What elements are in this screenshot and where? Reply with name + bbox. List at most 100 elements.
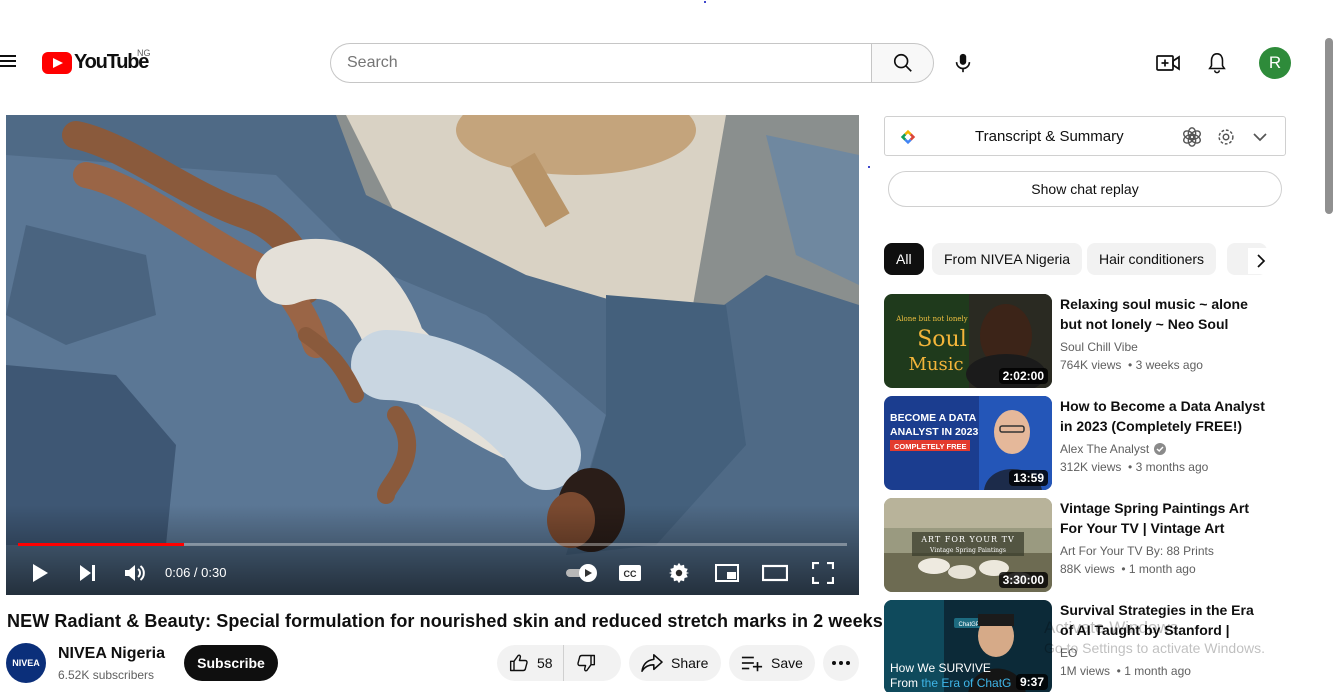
theater-mode-button[interactable] xyxy=(759,557,791,589)
view-count: 312K views xyxy=(1060,460,1122,474)
page-scrollbar[interactable] xyxy=(1325,38,1333,214)
channel-name[interactable]: Alex The Analyst xyxy=(1060,442,1167,456)
play-button[interactable] xyxy=(24,557,56,589)
transcript-summary-label: Transcript & Summary xyxy=(975,128,1124,145)
video-title: NEW Radiant & Beauty: Special formulatio… xyxy=(7,611,889,631)
video-thumbnail[interactable]: ChatGPT How We SURVIVE From the Era of C… xyxy=(884,600,1052,692)
play-icon xyxy=(33,564,48,582)
thumb-text-big: Soul xyxy=(917,327,967,352)
video-thumbnail[interactable]: Alone but not lonely Soul Music 2:02:00 xyxy=(884,294,1052,388)
chevron-right-icon xyxy=(1257,254,1266,268)
activate-windows-title: Activate Windows xyxy=(1044,618,1179,637)
search-input[interactable] xyxy=(330,43,871,83)
recommended-video[interactable]: ART FOR YOUR TV Vintage Spring Paintings… xyxy=(884,498,1284,592)
thumb-text-big2: Music xyxy=(908,354,963,375)
channel-name[interactable]: Art For Your TV By: 88 Prints xyxy=(1060,544,1214,558)
video-meta: 88K views • 1 month ago xyxy=(1060,562,1196,576)
thumb-text-badge: COMPLETELY FREE xyxy=(894,442,967,451)
verified-badge-icon xyxy=(1154,443,1167,455)
playlist-add-icon xyxy=(741,656,763,672)
gear-icon xyxy=(668,562,690,584)
youtube-logo[interactable]: YouTube NG xyxy=(42,48,151,74)
miniplayer-button[interactable] xyxy=(711,557,743,589)
like-button[interactable]: 58 xyxy=(497,645,564,681)
subscriber-count: 6.52K subscribers xyxy=(58,668,155,682)
next-button[interactable] xyxy=(72,557,104,589)
upload-age: 1 month ago xyxy=(1128,562,1196,576)
create-button[interactable] xyxy=(1152,47,1184,79)
masthead: YouTube NG R xyxy=(0,0,1337,110)
settings-gear-icon[interactable] xyxy=(1215,126,1237,148)
chip-hair-conditioners[interactable]: Hair conditioners xyxy=(1087,243,1217,275)
upload-age: 3 weeks ago xyxy=(1135,358,1203,372)
autoplay-toggle-icon xyxy=(566,564,597,582)
theater-mode-icon xyxy=(762,564,788,582)
microphone-icon xyxy=(955,53,971,73)
notifications-button[interactable] xyxy=(1201,47,1233,79)
stray-pixel xyxy=(704,1,706,3)
recommended-video[interactable]: BECOME A DATA ANALYST IN 2023 COMPLETELY… xyxy=(884,396,1284,490)
channel-avatar[interactable]: NIVEA xyxy=(6,643,46,683)
video-thumbnail[interactable]: ART FOR YOUR TV Vintage Spring Paintings… xyxy=(884,498,1052,592)
dislike-button[interactable] xyxy=(564,645,596,681)
svg-text:From the Era of ChatG: From the Era of ChatG xyxy=(890,676,1011,690)
chips-next-button[interactable] xyxy=(1248,248,1274,274)
settings-button[interactable] xyxy=(663,557,695,589)
autoplay-toggle[interactable] xyxy=(562,557,602,589)
search-icon xyxy=(893,53,912,72)
like-dislike-group: 58 xyxy=(497,645,621,681)
video-meta: 1M views • 1 month ago xyxy=(1060,664,1191,678)
save-label: Save xyxy=(771,655,803,671)
progress-bar[interactable] xyxy=(18,543,847,546)
thumb-text-line1: ART FOR YOUR TV xyxy=(920,535,1014,544)
view-count: 764K views xyxy=(1060,358,1122,372)
video-duration: 9:37 xyxy=(1015,674,1048,690)
fullscreen-button[interactable] xyxy=(807,557,839,589)
chatgpt-icon[interactable] xyxy=(1181,126,1203,148)
channel-name[interactable]: NIVEA Nigeria xyxy=(58,645,165,663)
save-button[interactable]: Save xyxy=(729,645,815,681)
voice-search-button[interactable] xyxy=(945,45,981,81)
menu-icon[interactable] xyxy=(0,52,18,72)
account-avatar[interactable]: R xyxy=(1259,47,1291,79)
video-player[interactable]: 0:06 / 0:30 CC xyxy=(6,115,859,595)
progress-played xyxy=(18,543,184,546)
chevron-down-icon[interactable] xyxy=(1249,126,1271,148)
player-controls: 0:06 / 0:30 CC xyxy=(6,553,859,595)
video-title[interactable]: How to Become a Data Analyst in 2023 (Co… xyxy=(1060,396,1270,436)
video-title[interactable]: Vintage Spring Paintings Art For Your TV… xyxy=(1060,498,1270,538)
thumb-text-line2: Vintage Spring Paintings xyxy=(929,547,1006,554)
search-bar xyxy=(330,43,934,83)
channel-name-text: Art For Your TV By: 88 Prints xyxy=(1060,544,1214,558)
show-chat-replay-button[interactable]: Show chat replay xyxy=(888,171,1282,207)
more-horizontal-icon xyxy=(832,661,850,665)
thumbs-down-icon xyxy=(576,654,595,672)
subtitles-button[interactable]: CC xyxy=(614,557,646,589)
extension-logo-icon xyxy=(897,126,919,148)
upload-age: 3 months ago xyxy=(1135,460,1209,474)
volume-button[interactable] xyxy=(119,557,151,589)
time-display: 0:06 / 0:30 xyxy=(165,565,227,580)
thumb-text-line1: BECOME A DATA xyxy=(890,412,977,424)
volume-icon xyxy=(125,565,145,581)
chip-from-nivea-nigeria[interactable]: From NIVEA Nigeria xyxy=(932,243,1083,275)
skip-next-icon xyxy=(80,565,95,581)
more-actions-button[interactable] xyxy=(823,645,859,681)
video-title[interactable]: Relaxing soul music ~ alone but not lone… xyxy=(1060,294,1270,334)
view-count: 1M views xyxy=(1060,664,1111,678)
thumb-text-line2b: the Era of ChatG xyxy=(921,676,1011,690)
thumb-text-small: Alone but not lonely xyxy=(895,315,968,323)
country-code: NG xyxy=(137,48,151,58)
channel-name[interactable]: Soul Chill Vibe xyxy=(1060,340,1138,354)
youtube-play-icon xyxy=(42,51,72,74)
thumb-text-line1: How We SURVIVE xyxy=(890,661,991,675)
video-thumbnail[interactable]: BECOME A DATA ANALYST IN 2023 COMPLETELY… xyxy=(884,396,1052,490)
chip-all[interactable]: All xyxy=(884,243,924,275)
transcript-summary-panel[interactable]: Transcript & Summary xyxy=(884,116,1286,156)
recommended-video[interactable]: Alone but not lonely Soul Music 2:02:00 … xyxy=(884,294,1284,388)
stray-pixel xyxy=(868,166,870,168)
miniplayer-icon xyxy=(715,564,739,582)
subscribe-button[interactable]: Subscribe xyxy=(184,645,278,681)
search-button[interactable] xyxy=(871,43,934,83)
share-button[interactable]: Share xyxy=(629,645,721,681)
